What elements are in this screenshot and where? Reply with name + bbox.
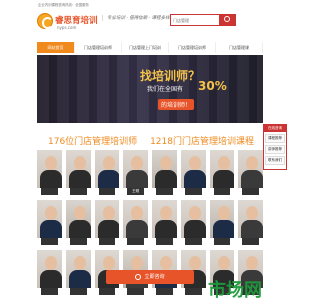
- trainer-name: [69, 288, 87, 295]
- trainer-card[interactable]: [65, 150, 91, 196]
- trainer-name: [41, 238, 58, 245]
- watermark-logo: 市场网: [208, 280, 262, 300]
- trainer-photo: [152, 200, 177, 238]
- trainer-photo: [209, 200, 235, 238]
- trainer-name: [69, 238, 87, 245]
- trainer-photo: [180, 150, 206, 188]
- search-button[interactable]: [220, 14, 236, 26]
- trainer-card[interactable]: [180, 150, 206, 196]
- trainer-name: [242, 238, 259, 245]
- topbar-text: 企业内训课程咨询热线：全国服务: [38, 3, 89, 7]
- trainer-photo: [65, 250, 91, 288]
- trainer-name: [41, 288, 58, 295]
- main-nav: 网站首页 门店管理培训师 门店管理上门培训 门店管理培训师 门店管理课: [37, 42, 263, 53]
- trainer-photo: [152, 150, 177, 188]
- trainer-card[interactable]: [238, 150, 263, 196]
- trainer-photo: [37, 250, 62, 288]
- trainer-card[interactable]: [123, 200, 148, 246]
- side-panel-title[interactable]: 在线咨询: [264, 125, 286, 132]
- banner-percent: 30%: [198, 79, 227, 93]
- trainer-card[interactable]: [37, 150, 62, 196]
- trainer-name: [156, 238, 173, 245]
- chat-icon: [135, 273, 142, 280]
- trainer-name: [213, 238, 231, 245]
- nav-item-trainers-2[interactable]: 门店管理培训师: [169, 42, 216, 53]
- trainer-name: [127, 288, 144, 295]
- trainer-photo: [209, 150, 235, 188]
- course-count: 1218门门店管理培训课程: [150, 137, 254, 147]
- trainer-name: [98, 288, 116, 295]
- topbar: 企业内训课程咨询热线：全国服务: [0, 0, 300, 10]
- trainer-card[interactable]: [94, 200, 120, 246]
- trainer-photo: [123, 150, 148, 188]
- trainer-name: [156, 188, 173, 195]
- trainer-card[interactable]: 王刚: [123, 150, 148, 196]
- trainer-name: [242, 188, 259, 195]
- banner-subline: 我们在全国有: [147, 86, 184, 93]
- trainer-name: [184, 288, 202, 295]
- stats-line: 176位门店管理培训师 1218门门店管理培训课程: [48, 134, 264, 147]
- consult-label: 立即咨询: [144, 274, 165, 280]
- trainer-card[interactable]: [180, 200, 206, 246]
- side-panel-item[interactable]: 讲师推荐: [265, 145, 285, 154]
- side-panel-item[interactable]: 联系我们: [265, 156, 285, 165]
- trainer-photo: [65, 150, 91, 188]
- trainer-count: 176位门店管理培训师: [48, 137, 138, 147]
- trainer-card[interactable]: [152, 200, 177, 246]
- logo-icon[interactable]: [37, 13, 53, 29]
- nav-item-courses[interactable]: 门店管理课: [216, 42, 263, 53]
- nav-item-home[interactable]: 网站首页: [37, 42, 75, 53]
- trainer-photo: [37, 150, 62, 188]
- trainer-card[interactable]: [65, 250, 91, 296]
- trainer-photo: [94, 150, 120, 188]
- trainer-name: [184, 238, 202, 245]
- trainer-name: [41, 188, 58, 195]
- slogan: 专业培训 · 值得信赖 · 课程多样: [102, 15, 170, 21]
- side-panel-item[interactable]: 课程推荐: [265, 134, 285, 143]
- trainer-photo: [238, 150, 263, 188]
- trainer-name: [156, 288, 173, 295]
- trainer-card[interactable]: [209, 150, 235, 196]
- trainer-name: [127, 238, 144, 245]
- side-contact-panel: 在线咨询 课程推荐 讲师推荐 联系我们: [263, 124, 287, 170]
- trainer-photo: [180, 200, 206, 238]
- trainer-name: 王刚: [127, 188, 144, 195]
- trainer-name: [69, 188, 87, 195]
- nav-item-trainers[interactable]: 门店管理培训师: [75, 42, 122, 53]
- trainer-card[interactable]: [94, 150, 120, 196]
- trainer-photo: [238, 200, 263, 238]
- trainer-card[interactable]: [37, 200, 62, 246]
- trainer-name: [98, 238, 116, 245]
- search-input[interactable]: [170, 14, 220, 26]
- trainer-card[interactable]: [238, 200, 263, 246]
- search-icon: [224, 16, 230, 22]
- banner-tagline: 的培训师！: [158, 99, 195, 110]
- trainer-card[interactable]: [65, 200, 91, 246]
- trainer-card[interactable]: [209, 200, 235, 246]
- trainer-name: [98, 188, 116, 195]
- trainer-photo: [94, 200, 120, 238]
- brand-domain: nyps.com: [57, 25, 77, 30]
- hero-banner[interactable]: 找培训师？ 我们在全国有 30% 的培训师！: [37, 55, 263, 123]
- trainer-photo: [123, 200, 148, 238]
- trainer-card[interactable]: [37, 250, 62, 296]
- banner-headline: 找培训师？: [140, 69, 201, 83]
- trainer-name: [213, 188, 231, 195]
- header: 睿思育培训 nyps.com 专业培训 · 值得信赖 · 课程多样: [0, 10, 300, 40]
- trainer-photo: [37, 200, 62, 238]
- trainer-name: [184, 188, 202, 195]
- trainer-card[interactable]: [152, 150, 177, 196]
- nav-item-onsite[interactable]: 门店管理上门培训: [122, 42, 169, 53]
- consult-button[interactable]: 立即咨询: [106, 270, 194, 284]
- trainer-photo: [65, 200, 91, 238]
